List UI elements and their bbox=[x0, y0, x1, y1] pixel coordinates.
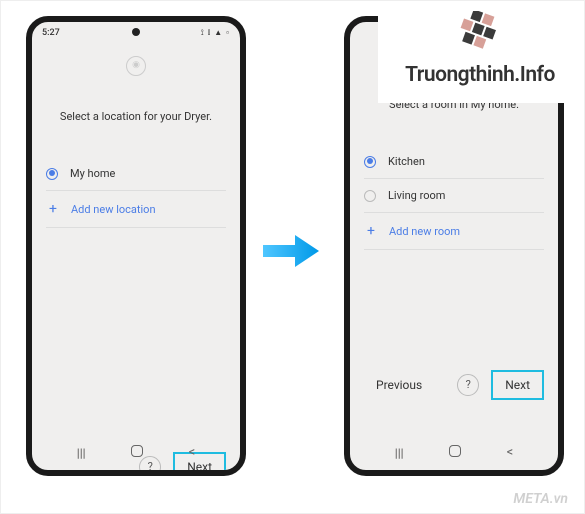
nav-recent-icon[interactable]: ||| bbox=[77, 445, 86, 460]
next-button[interactable]: Next bbox=[491, 370, 544, 400]
previous-button[interactable]: Previous bbox=[364, 372, 434, 398]
option-kitchen[interactable]: Kitchen bbox=[364, 145, 544, 179]
brand-text: Truongthinh.Info bbox=[384, 63, 576, 87]
phone-location-select: 5:27 ⟟ ⫾ ▲ ▫ ◉ Select a location for you… bbox=[26, 16, 246, 476]
nav-home-icon[interactable] bbox=[131, 445, 143, 457]
watermark: META.vn bbox=[513, 491, 568, 507]
option-living-room[interactable]: Living room bbox=[364, 179, 544, 213]
action-bar: Previous ? Next bbox=[364, 370, 544, 400]
add-location-label: Add new location bbox=[71, 203, 156, 216]
logo-mark-icon bbox=[441, 11, 519, 61]
option-label: Kitchen bbox=[388, 155, 425, 168]
camera-hole bbox=[132, 28, 140, 36]
nav-bar: ||| < bbox=[32, 439, 240, 466]
status-right-icons: ⟟ ⫾ ▲ ▫ bbox=[201, 28, 230, 38]
option-label: My home bbox=[70, 167, 115, 180]
nav-back-icon[interactable]: < bbox=[189, 445, 196, 460]
option-my-home[interactable]: My home bbox=[46, 157, 226, 191]
radio-selected-icon bbox=[46, 168, 58, 180]
nav-bar: ||| < bbox=[350, 439, 558, 466]
plus-icon: + bbox=[46, 201, 60, 217]
brand-logo: Truongthinh.Info bbox=[378, 3, 582, 103]
add-room-label: Add new room bbox=[389, 225, 460, 238]
plus-icon: + bbox=[364, 223, 378, 239]
status-time: 5:27 bbox=[42, 28, 60, 38]
nav-back-icon[interactable]: < bbox=[507, 445, 514, 460]
add-location-row[interactable]: + Add new location bbox=[46, 191, 226, 228]
screen-location: Select a location for your Dryer. My hom… bbox=[32, 110, 240, 476]
nav-recent-icon[interactable]: ||| bbox=[395, 445, 404, 460]
nav-home-icon[interactable] bbox=[449, 445, 461, 457]
option-label: Living room bbox=[388, 189, 445, 202]
help-button[interactable]: ? bbox=[457, 374, 479, 396]
page-title: Select a location for your Dryer. bbox=[46, 110, 226, 123]
arrow-icon bbox=[261, 231, 321, 271]
radio-selected-icon bbox=[364, 156, 376, 168]
add-room-row[interactable]: + Add new room bbox=[364, 213, 544, 250]
fingerprint-icon: ◉ bbox=[126, 56, 146, 76]
radio-unselected-icon bbox=[364, 190, 376, 202]
